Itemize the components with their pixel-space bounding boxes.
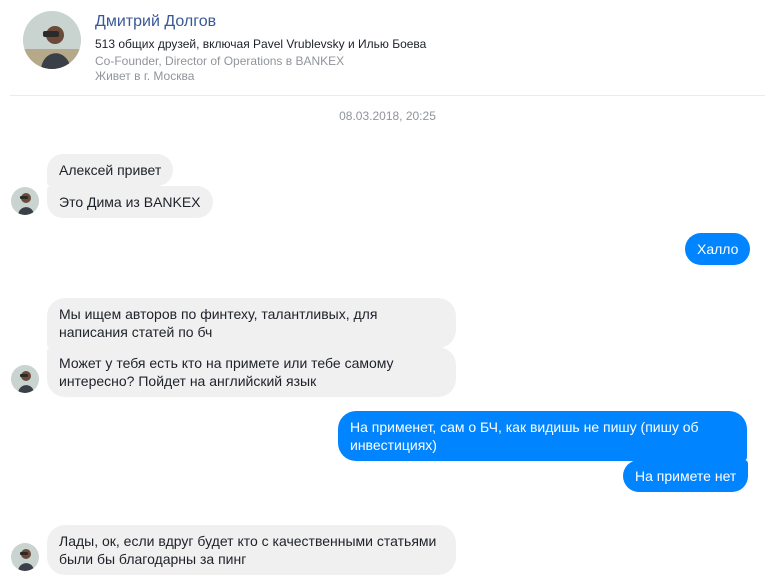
message-bubble-incoming[interactable]: Может у тебя есть кто на примете или теб… [47, 347, 456, 397]
avatar-photo-icon [23, 11, 81, 69]
message-bubble-outgoing[interactable]: На примете нет [623, 460, 749, 492]
message-bubble-incoming[interactable]: Это Дима из BANKEX [47, 186, 213, 218]
message-bubble-incoming[interactable]: Мы ищем авторов по финтеху, талантливых,… [47, 298, 456, 348]
avatar-photo-icon [11, 543, 39, 571]
mutual-friends[interactable]: 513 общих друзей, включая Pavel Vrublevs… [95, 37, 426, 51]
sender-avatar[interactable] [11, 187, 39, 215]
message-bubble-outgoing[interactable]: Халло [685, 233, 751, 265]
profile-city: Живет в г. Москва [95, 69, 195, 83]
message-bubble-incoming[interactable]: Лады, ок, если вдруг будет кто с качеств… [47, 525, 456, 575]
avatar-photo-icon [11, 365, 39, 393]
profile-avatar[interactable] [23, 11, 81, 69]
header-divider [10, 95, 765, 96]
message-bubble-incoming[interactable]: Алексей привет [47, 154, 174, 186]
sender-avatar[interactable] [11, 365, 39, 393]
avatar-photo-icon [11, 187, 39, 215]
sender-avatar[interactable] [11, 543, 39, 571]
profile-header: Дмитрий Долгов 513 общих друзей, включая… [0, 0, 775, 96]
message-bubble-outgoing[interactable]: На применет, сам о БЧ, как видишь не пиш… [338, 411, 747, 461]
profile-name[interactable]: Дмитрий Долгов [95, 13, 216, 31]
conversation-timestamp: 08.03.2018, 20:25 [339, 109, 436, 123]
profile-job: Co-Founder, Director of Operations в BAN… [95, 54, 345, 68]
